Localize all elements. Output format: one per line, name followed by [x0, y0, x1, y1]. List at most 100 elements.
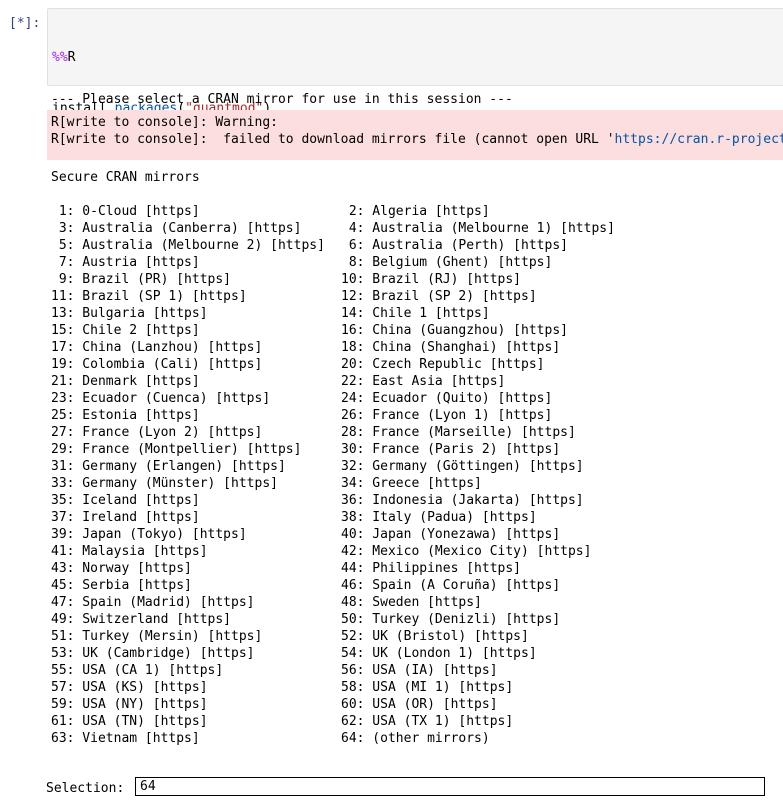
- mirror-row: 47: Spain (Madrid) [https] 48: Sweden [ht…: [47, 594, 783, 611]
- mirror-list: 1: 0-Cloud [https] 2: Algeria [https] 3:…: [47, 203, 783, 747]
- mirror-option: 43: Norway [https]: [51, 561, 192, 576]
- mirror-row: 55: USA (CA 1) [https] 56: USA (IA) [http…: [47, 662, 783, 679]
- mirror-option: 27: France (Lyon 2) [https]: [51, 425, 263, 440]
- mirror-option: 15: Chile 2 [https]: [51, 323, 200, 338]
- selection-label: Selection:: [46, 781, 133, 796]
- mirror-row: 17: China (Lanzhou) [https] 18: China (Sh…: [47, 339, 783, 356]
- mirror-option: 14: Chile 1 [https]: [341, 306, 490, 321]
- mirror-row: 39: Japan (Tokyo) [https] 40: Japan (Yone…: [47, 526, 783, 543]
- magic-name: R: [67, 50, 76, 65]
- mirror-option: 8: Belgium (Ghent) [https]: [341, 255, 553, 270]
- mirror-option: 2: Algeria [https]: [341, 204, 490, 219]
- mirror-row: 33: Germany (Münster) [https] 34: Greece …: [47, 475, 783, 492]
- mirror-option: 53: UK (Cambridge) [https]: [51, 646, 255, 661]
- magic-prefix: %%: [52, 50, 68, 65]
- mirror-row: 19: Colombia (Cali) [https] 20: Czech Rep…: [47, 356, 783, 373]
- mirror-option: 13: Bulgaria [https]: [51, 306, 208, 321]
- mirror-option: 1: 0-Cloud [https]: [51, 204, 200, 219]
- mirror-option: 39: Japan (Tokyo) [https]: [51, 527, 247, 542]
- mirror-row: 11: Brazil (SP 1) [https] 12: Brazil (SP …: [47, 288, 783, 305]
- code-line-magic: %%R: [52, 49, 279, 66]
- mirror-option: 21: Denmark [https]: [51, 374, 200, 389]
- mirror-option: 45: Serbia [https]: [51, 578, 192, 593]
- mirror-option: 54: UK (London 1) [https]: [341, 646, 537, 661]
- mirror-option: 17: China (Lanzhou) [https]: [51, 340, 263, 355]
- mirror-option: 52: UK (Bristol) [https]: [341, 629, 529, 644]
- mirror-option: 11: Brazil (SP 1) [https]: [51, 289, 247, 304]
- mirror-option: 28: France (Marseille) [https]: [341, 425, 576, 440]
- mirror-option: 29: France (Montpellier) [https]: [51, 442, 302, 457]
- mirror-option: 41: Malaysia [https]: [51, 544, 208, 559]
- mirror-option: 49: Switzerland [https]: [51, 612, 232, 627]
- mirror-row: 37: Ireland [https] 38: Italy (Padua) [ht…: [47, 509, 783, 526]
- stderr-error-text: R[write to console]: failed to download …: [51, 132, 615, 147]
- mirror-prompt-header: --- Please select a CRAN mirror for use …: [51, 92, 513, 107]
- mirror-option: 20: Czech Republic [https]: [341, 357, 545, 372]
- mirror-option: 56: USA (IA) [https]: [341, 663, 498, 678]
- mirrors-title: Secure CRAN mirrors: [51, 170, 200, 185]
- mirror-option: 58: USA (MI 1) [https]: [341, 680, 514, 695]
- mirror-option: 5: Australia (Melbourne 2) [https]: [51, 238, 325, 253]
- mirror-option: 48: Sweden [https]: [341, 595, 482, 610]
- mirror-option: 63: Vietnam [https]: [51, 731, 200, 746]
- mirror-option: 24: Ecuador (Quito) [https]: [341, 391, 553, 406]
- mirror-row: 61: USA (TN) [https] 62: USA (TX 1) [http…: [47, 713, 783, 730]
- mirror-option: 44: Philippines [https]: [341, 561, 522, 576]
- mirror-option: 19: Colombia (Cali) [https]: [51, 357, 263, 372]
- mirror-row: 63: Vietnam [https] 64: (other mirrors): [47, 730, 783, 747]
- mirror-row: 29: France (Montpellier) [https] 30: Fran…: [47, 441, 783, 458]
- mirror-option: 59: USA (NY) [https]: [51, 697, 208, 712]
- mirror-option: 25: Estonia [https]: [51, 408, 200, 423]
- mirror-row: 51: Turkey (Mersin) [https] 52: UK (Brist…: [47, 628, 783, 645]
- mirror-option: 26: France (Lyon 1) [https]: [341, 408, 553, 423]
- mirror-option: 6: Australia (Perth) [https]: [341, 238, 568, 253]
- mirror-row: 5: Australia (Melbourne 2) [https] 6: Au…: [47, 237, 783, 254]
- selection-input[interactable]: [135, 777, 765, 796]
- mirror-option: 55: USA (CA 1) [https]: [51, 663, 224, 678]
- mirror-row: 43: Norway [https] 44: Philippines [https…: [47, 560, 783, 577]
- mirror-row: 57: USA (KS) [https] 58: USA (MI 1) [http…: [47, 679, 783, 696]
- mirror-option: 12: Brazil (SP 2) [https]: [341, 289, 537, 304]
- mirror-option: 23: Ecuador (Cuenca) [https]: [51, 391, 271, 406]
- mirror-option: 4: Australia (Melbourne 1) [https]: [341, 221, 615, 236]
- mirror-option: 61: USA (TN) [https]: [51, 714, 208, 729]
- mirror-option: 47: Spain (Madrid) [https]: [51, 595, 255, 610]
- mirror-row: 59: USA (NY) [https] 60: USA (OR) [https]: [47, 696, 783, 713]
- mirror-row: 35: Iceland [https] 36: Indonesia (Jakart…: [47, 492, 783, 509]
- mirror-row: 3: Australia (Canberra) [https] 4: Austr…: [47, 220, 783, 237]
- code-cell-editor[interactable]: %%R install.packages("quantmod")install.…: [47, 8, 783, 150]
- mirror-row: 27: France (Lyon 2) [https] 28: France (M…: [47, 424, 783, 441]
- stderr-line-error: R[write to console]: failed to download …: [51, 131, 783, 148]
- cell-prompt: [*]:: [9, 16, 41, 31]
- mirror-row: 31: Germany (Erlangen) [https] 32: German…: [47, 458, 783, 475]
- mirror-option: 33: Germany (Münster) [https]: [51, 476, 278, 491]
- mirror-row: 13: Bulgaria [https] 14: Chile 1 [https]: [47, 305, 783, 322]
- mirror-option: 18: China (Shanghai) [https]: [341, 340, 561, 355]
- stderr-error-url: https://cran.r-project: [614, 132, 783, 147]
- mirror-row: 53: UK (Cambridge) [https] 54: UK (London…: [47, 645, 783, 662]
- mirror-option: 60: USA (OR) [https]: [341, 697, 498, 712]
- mirror-row: 45: Serbia [https] 46: Spain (A Coruña) […: [47, 577, 783, 594]
- mirror-option: 57: USA (KS) [https]: [51, 680, 208, 695]
- mirror-option: 9: Brazil (PR) [https]: [51, 272, 232, 287]
- mirror-option: 36: Indonesia (Jakarta) [https]: [341, 493, 584, 508]
- mirror-option: 3: Australia (Canberra) [https]: [51, 221, 302, 236]
- mirror-option: 30: France (Paris 2) [https]: [341, 442, 561, 457]
- mirror-row: 15: Chile 2 [https] 16: China (Guangzhou)…: [47, 322, 783, 339]
- mirror-option: 64: (other mirrors): [341, 731, 490, 746]
- mirror-row: 1: 0-Cloud [https] 2: Algeria [https]: [47, 203, 783, 220]
- mirror-option: 7: Austria [https]: [51, 255, 200, 270]
- mirror-option: 42: Mexico (Mexico City) [https]: [341, 544, 592, 559]
- cell-output: --- Please select a CRAN mirror for use …: [47, 91, 783, 747]
- stderr-output: R[write to console]: Warning: R[write to…: [47, 110, 783, 160]
- mirror-option: 31: Germany (Erlangen) [https]: [51, 459, 286, 474]
- mirror-option: 62: USA (TX 1) [https]: [341, 714, 514, 729]
- mirror-option: 40: Japan (Yonezawa) [https]: [341, 527, 561, 542]
- mirror-row: 23: Ecuador (Cuenca) [https] 24: Ecuador …: [47, 390, 783, 407]
- mirror-option: 22: East Asia [https]: [341, 374, 506, 389]
- mirror-option: 38: Italy (Padua) [https]: [341, 510, 537, 525]
- mirror-option: 50: Turkey (Denizli) [https]: [341, 612, 561, 627]
- mirror-option: 46: Spain (A Coruña) [https]: [341, 578, 561, 593]
- mirror-row: 41: Malaysia [https] 42: Mexico (Mexico C…: [47, 543, 783, 560]
- mirror-option: 32: Germany (Göttingen) [https]: [341, 459, 584, 474]
